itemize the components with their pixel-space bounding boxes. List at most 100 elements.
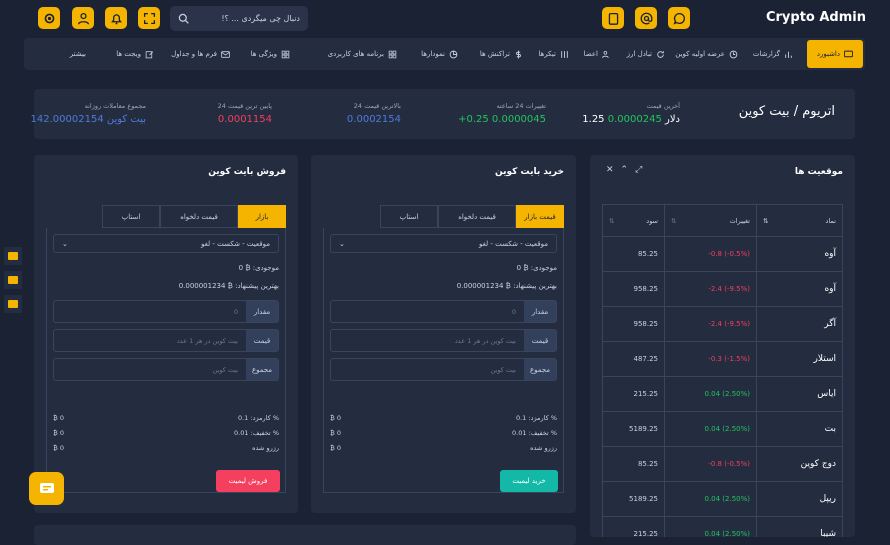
total-field[interactable]: بیت کوین مجموع xyxy=(330,358,557,381)
nav-item-3[interactable]: تبادل ارز xyxy=(627,38,665,70)
nav-label: گزارشات xyxy=(752,50,780,58)
nav-item-5[interactable]: تیکرها xyxy=(538,38,569,70)
floating-chat-button[interactable] xyxy=(29,472,64,505)
layers-icon xyxy=(8,300,18,308)
amount-label: مقدار xyxy=(246,301,278,322)
price-label: قیمت xyxy=(246,330,278,351)
profit-cell: 215.25 xyxy=(602,516,665,537)
chevron-down-icon: ⌄ xyxy=(62,239,68,248)
nav-label: تراکنش ها xyxy=(479,50,510,58)
sell-limit-button[interactable]: فروش لیمیت xyxy=(216,470,280,492)
nav-label: بیشتر xyxy=(69,50,86,58)
nav-item-7[interactable]: نمودارها xyxy=(421,38,458,70)
close-icon[interactable]: ✕ xyxy=(606,165,614,175)
table-row[interactable]: 215.25 0.04 (2.50%) شیبا xyxy=(602,516,843,537)
main-nav: داشبورد گزارشات عرضه اولیه کوین تبادل ار… xyxy=(24,38,865,70)
change-pct: +0.25 xyxy=(458,114,489,125)
change-cell: -0.8 (-0.5%) xyxy=(664,236,757,272)
col-change[interactable]: ⇅ تغییرات xyxy=(664,204,757,237)
discount-label: تخفیف: 0.01 % xyxy=(234,429,279,437)
header-label: نماد xyxy=(825,216,836,225)
symbol-cell: بت xyxy=(756,411,843,447)
change-label: تغییرات 24 ساعته xyxy=(496,102,546,110)
buy-limit-button[interactable]: خرید لیمیت xyxy=(500,470,558,492)
high-value: 0.0002154 xyxy=(346,114,401,125)
order-type-select[interactable]: موقعیت - شکست - لغو ⌄ xyxy=(53,234,279,253)
table-row[interactable]: 215.25 0.04 (2.50%) ایاس xyxy=(602,376,843,412)
buy-form: موقعیت - شکست - لغو ⌄ موجودی: ₿ 0 بهترین … xyxy=(323,228,564,493)
last-price-value: 0.0000245 xyxy=(607,114,662,125)
nav-item-1[interactable]: گزارشات xyxy=(753,38,793,70)
table-row[interactable]: 5189.25 0.04 (2.50%) ریپل xyxy=(602,481,843,517)
symbol-cell: ریپل xyxy=(756,481,843,517)
total-field[interactable]: بیت کوین مجموع xyxy=(53,358,279,381)
header-label: تغییرات xyxy=(729,216,750,225)
profit-cell: 85.25 xyxy=(602,236,665,272)
nav-item-6[interactable]: تراکنش ها xyxy=(480,38,523,70)
collapse-icon[interactable]: ⌃ xyxy=(621,165,629,175)
side-button-1[interactable] xyxy=(4,247,22,265)
tab-stop[interactable]: استاپ xyxy=(380,205,438,228)
high-24h: بالاترین قیمت 24 0.0002154 xyxy=(347,102,401,125)
positions-panel: موقعیت ها ✕ ⌃ ⤢ ⇅ سود ⇅ تغییرات ⇅ نماد 85.… xyxy=(590,155,855,537)
tab-limit[interactable]: قیمت دلخواه xyxy=(160,205,238,228)
nav-item-12[interactable]: بیشتر xyxy=(70,38,86,70)
tab-stop[interactable]: استاپ xyxy=(102,205,160,228)
sell-form: موقعیت - شکست - لغو ⌄ موجودی: ₿ 0 بهترین … xyxy=(46,228,286,493)
table-row[interactable]: 85.25 -0.8 (-0.5%) آوه xyxy=(602,236,843,272)
nav-label: ویژگی ها xyxy=(250,50,277,58)
fullscreen-button[interactable] xyxy=(138,7,160,29)
clipboard-button[interactable] xyxy=(602,7,624,29)
side-button-2[interactable] xyxy=(4,271,22,289)
search-box[interactable]: دنبال چی میگردی ... ؟! xyxy=(170,6,308,31)
nav-item-11[interactable]: ویجت ها xyxy=(116,38,154,70)
nav-label: اعضا xyxy=(583,50,598,58)
user-button[interactable] xyxy=(72,7,94,29)
table-row[interactable]: 85.25 -0.8 (-0.5%) دوج کوین xyxy=(602,446,843,482)
side-button-3[interactable] xyxy=(4,295,22,313)
table-row[interactable]: 487.25 -0.3 (-1.5%) استلار xyxy=(602,341,843,377)
nav-item-10[interactable]: فرم ها و جداول xyxy=(171,38,230,70)
mention-button[interactable] xyxy=(635,7,657,29)
change-cell: -2.4 (-9.5%) xyxy=(664,306,757,342)
nav-item-9[interactable]: ویژگی ها xyxy=(251,38,290,70)
profit-cell: 958.25 xyxy=(602,306,665,342)
price-field[interactable]: بیت کوین در هر 1 عدد قیمت xyxy=(53,329,279,352)
chat-button[interactable] xyxy=(668,7,690,29)
price-field[interactable]: بیت کوین در هر 1 عدد قیمت xyxy=(330,329,557,352)
tab-limit[interactable]: قیمت دلخواه xyxy=(438,205,516,228)
nav-item-8[interactable]: برنامه های کاربردی xyxy=(328,38,397,70)
order-type-select[interactable]: موقعیت - شکست - لغو ⌄ xyxy=(330,234,557,253)
amount-field[interactable]: 0 مقدار xyxy=(330,300,557,323)
refresh-icon xyxy=(657,50,664,58)
symbol-cell: آگر xyxy=(756,306,843,342)
nav-item-2[interactable]: عرضه اولیه کوین xyxy=(675,38,738,70)
symbol-cell: آوه xyxy=(756,271,843,307)
select-value: موقعیت - شکست - لغو xyxy=(478,239,548,248)
sliders-icon xyxy=(561,50,568,58)
table-row[interactable]: 958.25 -2.4 (-9.5%) آگر xyxy=(602,306,843,342)
notifications-button[interactable] xyxy=(105,7,127,29)
tab-market[interactable]: بازار xyxy=(238,205,286,228)
tab-market[interactable]: قیمت بازار xyxy=(516,205,564,228)
nav-item-0[interactable]: داشبورد xyxy=(806,40,863,68)
gear-icon xyxy=(44,13,54,23)
reserved-label: رزرو شده xyxy=(530,444,557,452)
clock-icon xyxy=(729,50,738,58)
col-profit[interactable]: ⇅ سود xyxy=(602,204,665,237)
col-symbol[interactable]: ⇅ نماد xyxy=(756,204,843,237)
symbol-cell: آوه xyxy=(756,236,843,272)
panel-actions: ✕ ⌃ ⤢ xyxy=(606,165,642,175)
nav-item-4[interactable]: اعضا xyxy=(584,38,611,70)
amount-field[interactable]: 0 مقدار xyxy=(53,300,279,323)
symbol-cell: استلار xyxy=(756,341,843,377)
last-price-label: آخرین قیمت xyxy=(646,102,680,110)
balance: موجودی: ₿ 0 xyxy=(238,264,279,272)
table-row[interactable]: 958.25 -2.4 (-9.5%) آوه xyxy=(602,271,843,307)
discount-value: ₿ 0 xyxy=(330,429,342,437)
settings-button[interactable] xyxy=(38,7,60,29)
fee-label: کارمزد: 0.1 % xyxy=(515,414,557,422)
expand-icon[interactable]: ⤢ xyxy=(635,165,642,175)
positions-table: ⇅ سود ⇅ تغییرات ⇅ نماد 85.25 -0.8 (-0.5%)… xyxy=(602,204,843,537)
table-row[interactable]: 5189.25 0.04 (2.50%) بت xyxy=(602,411,843,447)
